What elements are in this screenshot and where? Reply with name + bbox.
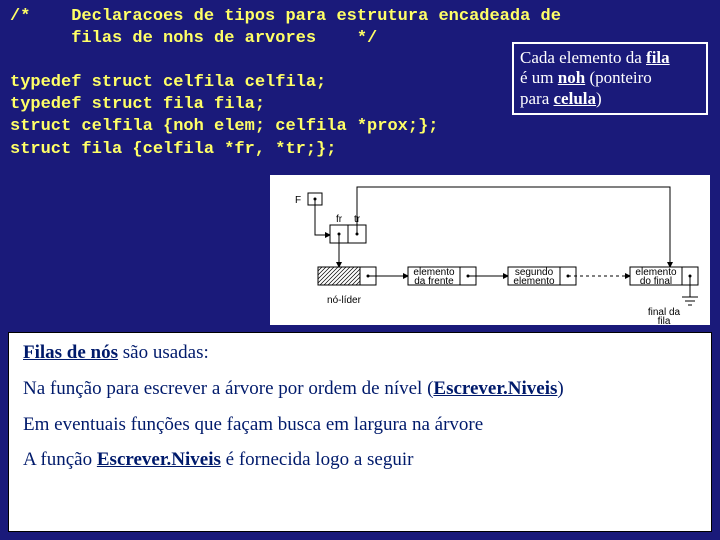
diag-F-label: F	[295, 195, 301, 206]
code-l5: typedef struct fila fila;	[10, 95, 265, 114]
callout-t2a: é um	[520, 68, 558, 87]
note-3-text: Em eventuais funções que façam busca em …	[23, 414, 483, 435]
diag-no-lider: nó-líder	[327, 295, 362, 306]
diag-segundo-2: elemento	[513, 276, 555, 287]
diag-elem-final-2: do final	[640, 276, 672, 287]
note-3: Em eventuais funções que façam busca em …	[23, 413, 697, 437]
callout-t3a: para	[520, 89, 554, 108]
code-l6: struct celfila {noh elem; celfila *prox;…	[10, 117, 438, 136]
note-1: Filas de nós são usadas:	[23, 341, 697, 365]
callout-t3c: )	[596, 89, 602, 108]
note-2: Na função para escrever a árvore por ord…	[23, 377, 697, 401]
note-4b: Escrever.Niveis	[97, 449, 221, 470]
code-l7: struct fila {celfila *fr, *tr;};	[10, 140, 336, 159]
callout-t2c: (ponteiro	[585, 68, 652, 87]
callout-celula: celula	[554, 89, 597, 108]
linked-list-diagram: F fr tr nó-líder elemento da frente segu…	[270, 175, 710, 325]
note-4: A função Escrever.Niveis é fornecida log…	[23, 448, 697, 472]
note-1-rest: são usadas:	[118, 342, 209, 363]
callout-t1: Cada elemento da	[520, 48, 646, 67]
diag-fr-label: fr	[336, 214, 343, 225]
callout-box: Cada elemento da fila é um noh (ponteiro…	[512, 42, 708, 115]
note-2a: Na função para escrever a árvore por ord…	[23, 378, 433, 399]
note-4c: é fornecida logo a seguir	[221, 449, 414, 470]
code-l4: typedef struct celfila celfila;	[10, 73, 326, 92]
note-4a: A função	[23, 449, 97, 470]
note-2b: Escrever.Niveis	[433, 378, 557, 399]
note-1-filas: Filas de nós	[23, 342, 118, 363]
diag-elem-frente-2: da frente	[414, 276, 454, 287]
notes-box: Filas de nós são usadas: Na função para …	[8, 332, 712, 532]
diag-final-fila-2: fila	[658, 316, 671, 325]
code-l2: filas de nohs de arvores */	[10, 29, 377, 48]
callout-noh: noh	[558, 68, 585, 87]
note-2c: )	[557, 378, 563, 399]
code-l1: /* Declaracoes de tipos para estrutura e…	[10, 7, 561, 26]
callout-fila: fila	[646, 48, 670, 67]
